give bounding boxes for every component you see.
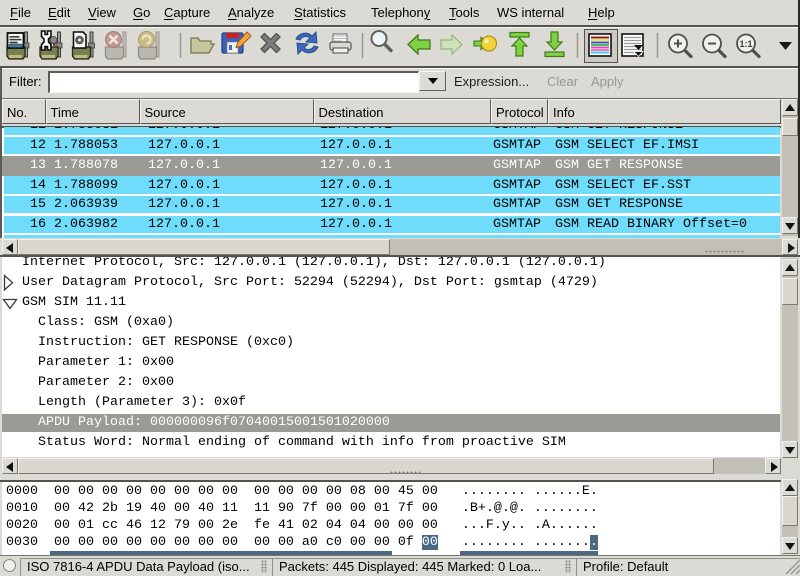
svg-text:1:1: 1:1	[739, 39, 752, 49]
